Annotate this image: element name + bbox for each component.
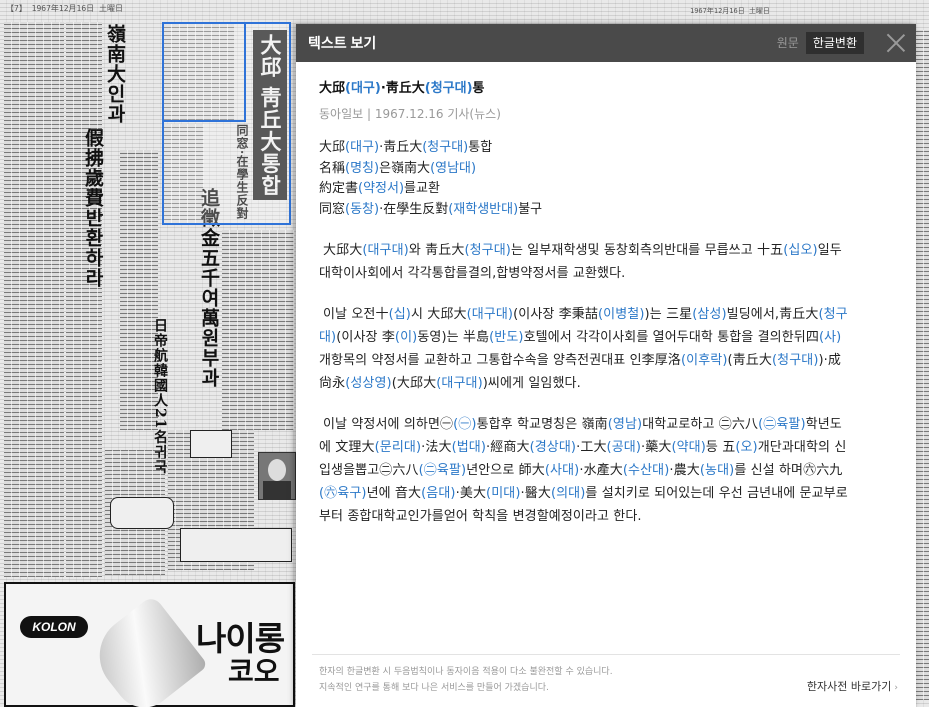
view-mode-tabs: 원문 한글변환 (770, 32, 864, 54)
viewer-title: 텍스트 보기 (308, 35, 377, 51)
kolon-logo: KOLON (20, 616, 88, 638)
hanja-dictionary-link[interactable]: 한자사전 바로가기 › (807, 678, 898, 694)
article-paragraph: 이날 오전十(십)시 大邱大(대구대)(이사장 李秉喆(이병철))는 三星(삼성… (319, 307, 848, 391)
article-meta: 동아일보 | 1967.12.16 기사(뉴스) (319, 107, 501, 121)
newspaper-box (110, 497, 174, 529)
subheadline: 大邱(대구)·靑丘大(청구대)통합 (319, 140, 493, 155)
subheadline: 約定書(약정서)를교환 (319, 181, 440, 196)
article-paragraph: 大邱大(대구대)와 靑丘大(청구대)는 일부재학생및 동창회측의반대를 무릅쓰고… (319, 243, 842, 281)
newspaper-column (4, 22, 64, 577)
article-content: 大邱(대구)·靑丘大(청구대)통 동아일보 | 1967.12.16 기사(뉴스… (319, 76, 849, 528)
newspaper-column (66, 22, 102, 577)
ad-subtitle: 코오 (228, 655, 280, 688)
newspaper-box (180, 528, 292, 562)
notice-line: 한자의 한글변환 시 두음법칙이나 동자이음 적용이 다소 불완전할 수 있습니… (319, 667, 613, 677)
bottle-illustration (83, 594, 209, 707)
newspaper-headline: 日帝航韓國人21名귀국 (152, 318, 168, 475)
newspaper-box (190, 430, 232, 458)
newspaper-masthead-right: 1967年12月16日 土曜日 (690, 7, 770, 15)
footer-divider (312, 654, 900, 655)
newspaper-column (222, 230, 294, 430)
text-viewer-panel: 텍스트 보기 원문 한글변환 大邱(대구)·靑丘大(청구대)통 동아일보 | 1… (296, 24, 916, 707)
newspaper-headline: 假拂歲費반환하라 (82, 128, 104, 288)
dictionary-link-label: 한자사전 바로가기 (806, 680, 892, 693)
selected-article-highlight-notch (162, 22, 246, 122)
photo-face (268, 459, 286, 481)
article-title: 大邱(대구)·靑丘大(청구대)통 (319, 81, 485, 96)
chevron-right-icon: › (894, 683, 898, 693)
notice-line: 지속적인 연구를 통해 보다 나은 서비스를 만들어 가겠습니다. (319, 683, 549, 693)
article-subheadlines: 大邱(대구)·靑丘大(청구대)통합 名稱(명칭)은嶺南大(영남대) 約定書(약정… (319, 138, 849, 220)
newspaper-headline: 嶺南大인과 (104, 24, 126, 124)
subheadline: 同窓(동창)·在學生反對(재학생반대)불구 (319, 201, 543, 217)
photo-body (263, 481, 291, 499)
close-icon[interactable] (884, 31, 908, 55)
tab-original[interactable]: 원문 (770, 32, 806, 54)
viewer-header: 텍스트 보기 원문 한글변환 (296, 24, 916, 62)
subheadline: 名稱(명칭)은嶺南大(영남대) (319, 160, 477, 176)
newspaper-column (916, 30, 929, 700)
tab-hangul-conversion[interactable]: 한글변환 (805, 32, 864, 54)
newspaper-photo (258, 452, 296, 500)
conversion-notice: 한자의 한글변환 시 두음법칙이나 동자이음 적용이 다소 불완전할 수 있습니… (319, 664, 613, 696)
newspaper-advertisement: KOLON 나이롱 코오 (4, 582, 295, 707)
article-paragraph: 이날 약정서에 의하면㊀(㊀)통합후 학교명칭은 嶺南(영남)대학교로하고 ㊁六… (319, 417, 848, 524)
newspaper-masthead: 【7】 1967年12月16日 土曜日 (6, 4, 123, 13)
